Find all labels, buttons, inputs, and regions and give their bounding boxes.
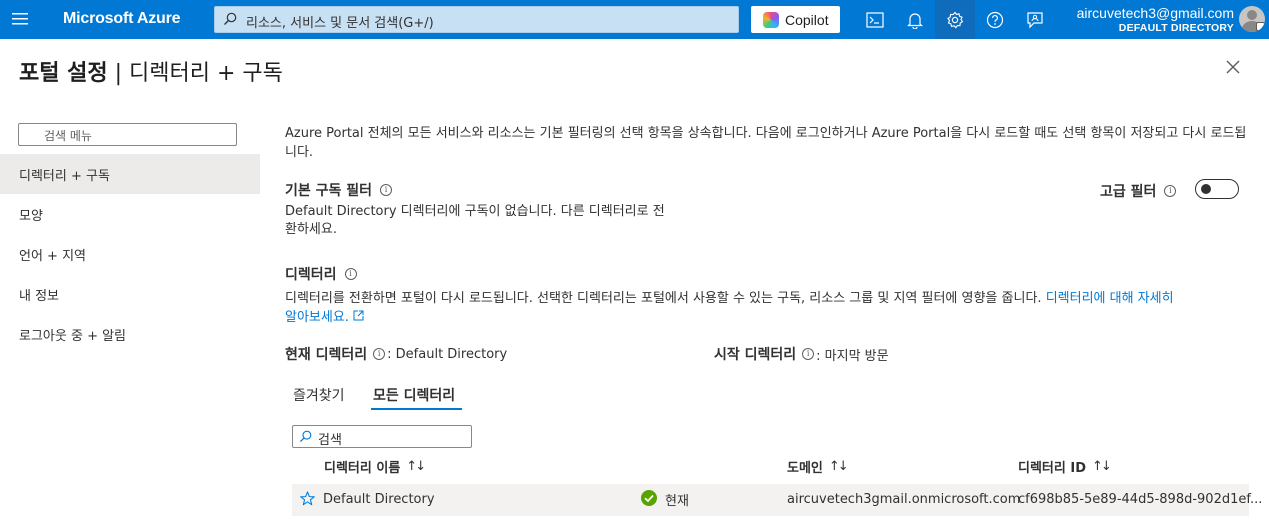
feedback-icon[interactable] bbox=[1015, 0, 1055, 39]
sort-icon[interactable]: ↑↓ bbox=[829, 459, 849, 474]
global-search-input[interactable]: 리소스, 서비스 및 문서 검색(G+/) bbox=[214, 6, 739, 33]
settings-description: Azure Portal 전체의 모든 서비스와 리소스는 기본 필터링의 선택… bbox=[285, 126, 1247, 160]
directory-message-text: 디렉터리를 전환하면 포털이 다시 로드됩니다. 선택한 디렉터리는 포털에서 … bbox=[285, 291, 1042, 306]
directory-name-cell: Default Directory bbox=[323, 492, 435, 507]
external-link-icon[interactable] bbox=[353, 310, 364, 325]
directory-id-cell: cf698b85-5e89-44d5-898d-902d1ef... bbox=[1018, 492, 1263, 507]
column-header-directory-id[interactable]: 디렉터리 ID ↑↓ bbox=[1018, 457, 1112, 476]
settings-menu: 디렉터리 + 구독 모양 언어 + 지역 내 정보 로그아웃 중 + 알림 bbox=[0, 154, 260, 354]
directory-message: 디렉터리를 전환하면 포털이 다시 로드됩니다. 선택한 디렉터리는 포털에서 … bbox=[285, 289, 1250, 327]
directory-search-input[interactable]: 검색 bbox=[292, 425, 472, 448]
account-info[interactable]: aircuvetech3@gmail.com DEFAULT DIRECTORY bbox=[1060, 5, 1234, 35]
settings-gear-icon[interactable] bbox=[935, 0, 975, 39]
advanced-filter-heading: 고급 필터 i bbox=[1100, 181, 1177, 201]
directory-title: 디렉터리 bbox=[285, 267, 337, 283]
menu-item-signout-notifications[interactable]: 로그아웃 중 + 알림 bbox=[0, 314, 260, 354]
page-title: 포털 설정 | 디렉터리 + 구독 bbox=[19, 55, 283, 87]
search-icon bbox=[223, 12, 237, 30]
current-directory: 현재 디렉터리 i : Default Directory bbox=[285, 344, 507, 364]
active-tab-indicator bbox=[371, 408, 462, 410]
global-search-placeholder: 리소스, 서비스 및 문서 검색(G+/) bbox=[246, 16, 434, 31]
tab-favorites[interactable]: 즐겨찾기 bbox=[293, 385, 345, 405]
page-title-main: 포털 설정 bbox=[19, 61, 108, 86]
column-label: 디렉터리 ID bbox=[1018, 461, 1086, 476]
top-bar: Microsoft Azure 리소스, 서비스 및 문서 검색(G+/) Co… bbox=[0, 0, 1269, 39]
advanced-filter-toggle[interactable] bbox=[1195, 179, 1239, 199]
default-filter-message-line2: 환하세요. bbox=[285, 222, 337, 237]
directory-heading: 디렉터리 i bbox=[285, 264, 357, 284]
directory-search-placeholder: 검색 bbox=[318, 433, 342, 448]
account-directory: DEFAULT DIRECTORY bbox=[1118, 22, 1234, 34]
menu-item-my-info[interactable]: 내 정보 bbox=[0, 274, 260, 314]
info-icon[interactable]: i bbox=[802, 348, 815, 360]
current-directory-label: 현재 디렉터리 bbox=[285, 347, 368, 363]
column-label: 도메인 bbox=[787, 461, 823, 476]
default-filter-message-line1: Default Directory 디렉터리에 구독이 없습니다. 다른 디렉터… bbox=[285, 204, 665, 219]
startup-directory: 시작 디렉터리 i : 마지막 방문 bbox=[714, 344, 889, 364]
default-filter-heading: 기본 구독 필터 i bbox=[285, 180, 393, 200]
advanced-filter-label: 고급 필터 bbox=[1100, 184, 1157, 200]
column-header-domain[interactable]: 도메인 ↑↓ bbox=[787, 457, 849, 476]
menu-search-placeholder: 검색 메뉴 bbox=[44, 129, 92, 143]
info-icon[interactable]: i bbox=[373, 348, 386, 360]
brand-logo[interactable]: Microsoft Azure bbox=[63, 10, 181, 28]
checkmark-icon bbox=[641, 490, 657, 506]
domain-cell: aircuvetech3gmail.onmicrosoft.com bbox=[787, 492, 1021, 507]
sort-icon[interactable]: ↑↓ bbox=[406, 459, 426, 474]
default-filter-message: Default Directory 디렉터리에 구독이 없습니다. 다른 디렉터… bbox=[285, 203, 665, 239]
favorite-star-icon[interactable] bbox=[300, 491, 315, 510]
cloud-shell-icon[interactable] bbox=[855, 0, 895, 39]
avatar[interactable] bbox=[1239, 6, 1265, 32]
info-icon[interactable]: i bbox=[380, 184, 393, 196]
copilot-button[interactable]: Copilot bbox=[751, 6, 840, 33]
page-title-sub: 디렉터리 + 구독 bbox=[129, 61, 283, 86]
menu-item-directories-subscriptions[interactable]: 디렉터리 + 구독 bbox=[0, 154, 260, 194]
info-icon[interactable]: i bbox=[344, 268, 357, 280]
info-icon[interactable]: i bbox=[1164, 185, 1177, 197]
startup-directory-value: : 마지막 방문 bbox=[816, 348, 889, 364]
sort-icon[interactable]: ↑↓ bbox=[1092, 459, 1112, 474]
column-header-directory-name[interactable]: 디렉터리 이름 ↑↓ bbox=[324, 457, 426, 476]
default-filter-title: 기본 구독 필터 bbox=[285, 183, 373, 199]
lock-icon bbox=[1256, 22, 1265, 31]
search-icon bbox=[299, 430, 312, 447]
copilot-label: Copilot bbox=[785, 11, 829, 28]
tab-all-directories[interactable]: 모든 디렉터리 bbox=[373, 385, 455, 405]
startup-directory-label: 시작 디렉터리 bbox=[714, 347, 797, 363]
menu-item-appearance[interactable]: 모양 bbox=[0, 194, 260, 234]
status-badge: 현재 bbox=[665, 494, 689, 509]
learn-more-link-2[interactable]: 알아보세요. bbox=[285, 310, 349, 325]
notifications-bell-icon[interactable] bbox=[895, 0, 935, 39]
help-question-icon[interactable] bbox=[975, 0, 1015, 39]
account-email: aircuvetech3@gmail.com bbox=[1076, 5, 1234, 21]
column-label: 디렉터리 이름 bbox=[324, 461, 401, 476]
hamburger-menu-icon[interactable] bbox=[8, 8, 32, 30]
learn-more-link-1[interactable]: 디렉터리에 대해 자세히 bbox=[1046, 291, 1174, 306]
menu-search-input[interactable]: 검색 메뉴 bbox=[18, 123, 237, 146]
menu-item-language-region[interactable]: 언어 + 지역 bbox=[0, 234, 260, 274]
close-icon[interactable] bbox=[1224, 58, 1242, 76]
copilot-icon bbox=[763, 11, 779, 28]
current-directory-value: : Default Directory bbox=[387, 346, 508, 362]
page-title-separator: | bbox=[107, 61, 130, 86]
